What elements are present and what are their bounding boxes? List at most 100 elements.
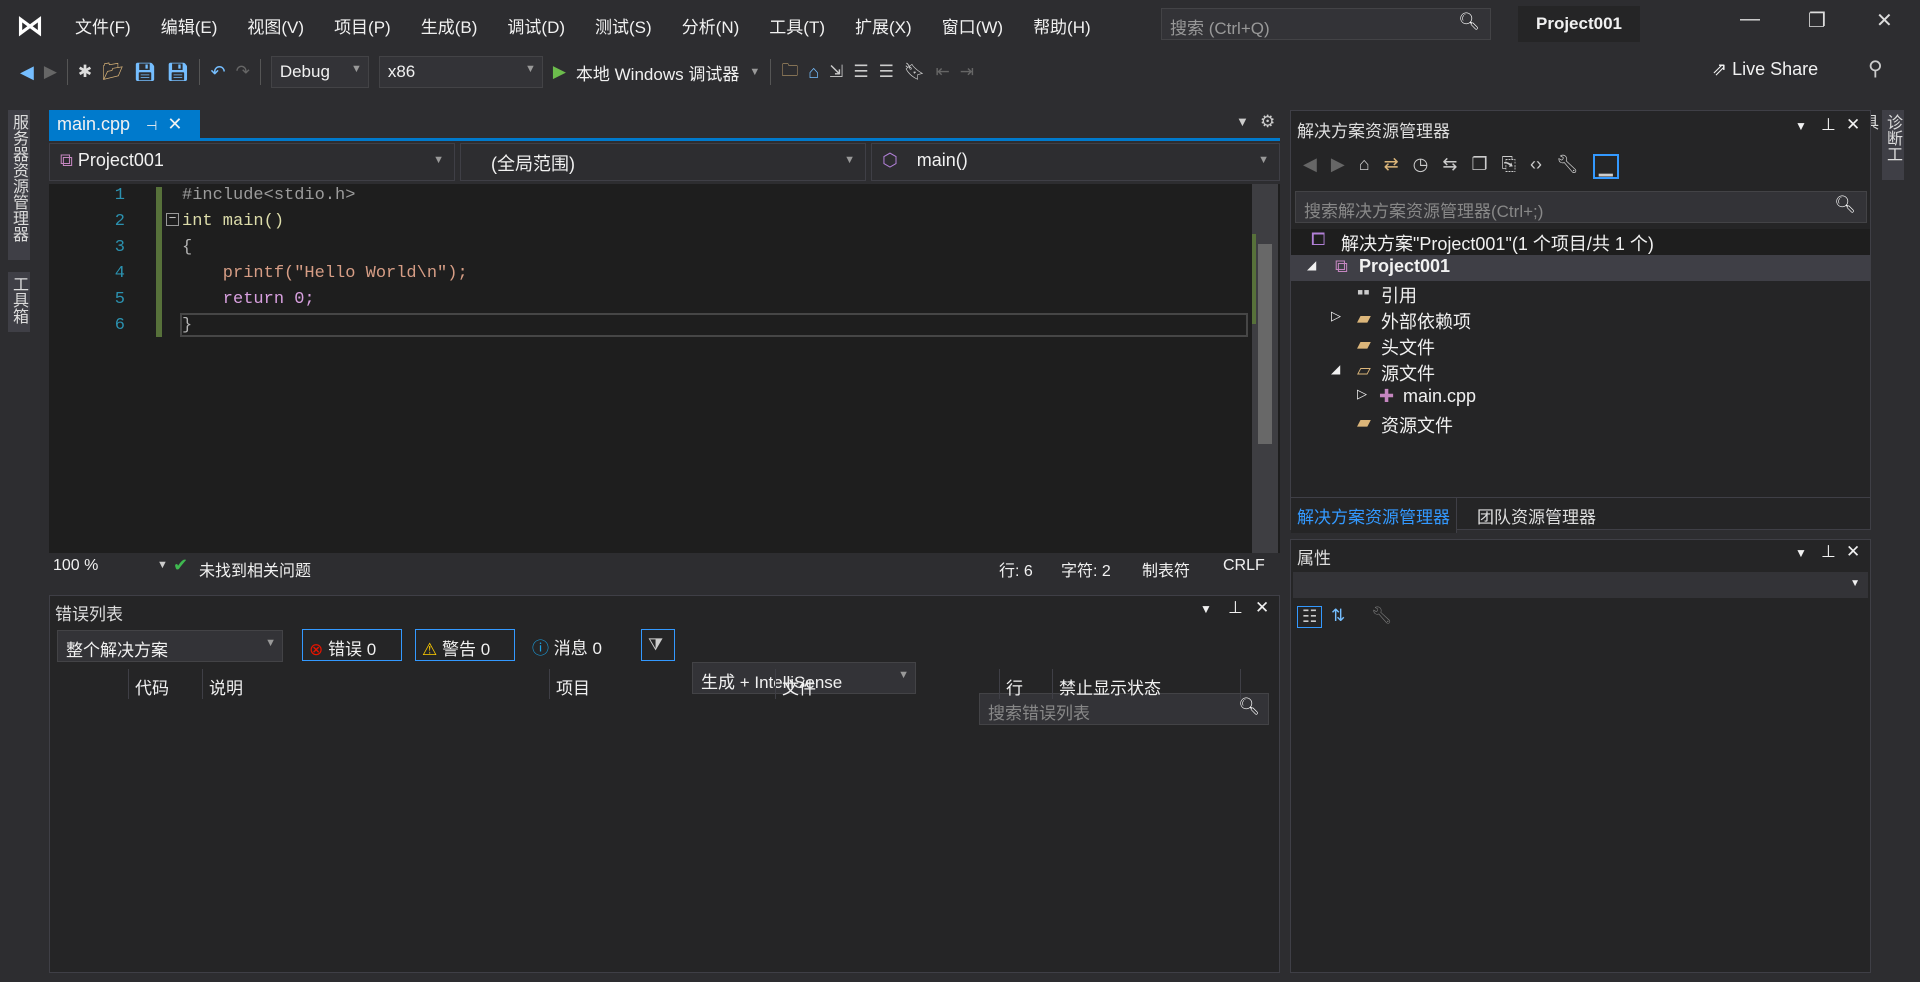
code-line[interactable]: int main() [182, 212, 284, 231]
play-icon[interactable]: ▶ [553, 62, 566, 82]
diagnostic-tools-tab[interactable]: 诊断工具 [1860, 110, 1904, 180]
pin-icon[interactable]: ⊣ [146, 118, 157, 133]
errors-filter-button[interactable]: ⊗ 错误 0 [302, 629, 402, 661]
platform-dropdown[interactable]: x86 ▼ [378, 56, 543, 88]
forward-icon[interactable]: ▶ [44, 62, 57, 82]
collapsed-arrow-icon[interactable]: ▷ [1357, 386, 1367, 402]
solution-node[interactable]: 解决方案"Project001"(1 个项目/共 1 个) [1341, 230, 1654, 256]
tab-solution-explorer[interactable]: 解决方案资源管理器 [1291, 498, 1457, 533]
undo-icon[interactable]: ↶ [210, 62, 225, 83]
zoom-level[interactable]: 100 % [53, 557, 98, 575]
scrollbar-thumb[interactable] [1258, 244, 1272, 444]
tree-item-resource-files[interactable]: 资源文件 [1381, 412, 1453, 438]
save-all-icon[interactable]: 💾︎ [167, 62, 190, 83]
project-nav-dropdown[interactable]: ⧉ Project001 ▼ [49, 143, 455, 181]
code-line[interactable]: return 0; [182, 290, 315, 309]
tab-list-icon[interactable]: ▼ [1236, 114, 1249, 129]
show-all-files-icon[interactable]: ⎘ [1502, 154, 1516, 179]
preview-icon[interactable]: ▁ [1592, 154, 1619, 179]
menu-window[interactable]: 窗口(W) [927, 13, 1018, 38]
alphabetical-icon[interactable]: ⇅ [1331, 606, 1345, 626]
step-icon[interactable]: ⇲ [829, 62, 843, 82]
column-header-description[interactable]: 说明 [203, 669, 550, 699]
expanded-arrow-icon[interactable]: ◢ [1307, 258, 1316, 272]
quick-search-input[interactable]: 搜索 (Ctrl+Q) 🔍︎ [1161, 8, 1491, 40]
switch-views-icon[interactable]: ⇄ [1384, 154, 1399, 179]
close-icon[interactable]: ✕ [1255, 598, 1269, 618]
toolbox-tab[interactable]: 工具箱 [8, 272, 30, 332]
sync-icon[interactable]: ⇆ [1442, 154, 1457, 179]
menu-project[interactable]: 项目(P) [319, 13, 406, 38]
redo-icon[interactable]: ↷ [236, 62, 250, 82]
filter-button[interactable]: ⧩ [641, 629, 675, 661]
tree-item-external-deps[interactable]: 外部依赖项 [1381, 308, 1471, 334]
menu-view[interactable]: 视图(V) [232, 13, 319, 38]
object-selector[interactable]: ▼ [1293, 572, 1868, 598]
run-debugger-button[interactable]: 本地 Windows 调试器 [576, 60, 739, 85]
next-bookmark-icon[interactable]: ⇥ [960, 62, 974, 82]
project-node[interactable]: Project001 [1359, 256, 1450, 277]
comment-icon[interactable]: ☰ [853, 62, 868, 82]
server-explorer-tab[interactable]: 服务器资源管理器 [8, 110, 30, 260]
pin-icon[interactable]: ⊥ [1821, 115, 1836, 135]
find-in-files-icon[interactable]: 🗀 [781, 58, 798, 87]
collapse-all-icon[interactable]: ❐ [1471, 154, 1487, 179]
back-icon[interactable]: ◀ [1303, 154, 1317, 179]
menu-test[interactable]: 测试(S) [580, 13, 667, 38]
chevron-down-icon[interactable]: ▼ [1795, 546, 1807, 560]
back-icon[interactable]: ◀ [20, 62, 34, 83]
pin-icon[interactable]: ⊥ [1228, 598, 1243, 618]
vertical-scrollbar[interactable] [1252, 184, 1278, 553]
new-item-icon[interactable]: ✱ [78, 62, 92, 82]
menu-help[interactable]: 帮助(H) [1018, 13, 1106, 38]
indent-mode[interactable]: 制表符 [1142, 557, 1190, 581]
bookmark-icon[interactable]: 🔖︎ [904, 62, 926, 82]
tab-team-explorer[interactable]: 团队资源管理器 [1471, 498, 1602, 533]
column-header-suppression[interactable]: 禁止显示状态 [1053, 669, 1241, 699]
menu-file[interactable]: 文件(F) [60, 13, 146, 38]
menu-analyze[interactable]: 分析(N) [667, 13, 755, 38]
code-line[interactable]: { [182, 238, 192, 257]
line-ending[interactable]: CRLF [1223, 557, 1265, 575]
prev-bookmark-icon[interactable]: ⇤ [935, 62, 949, 82]
issues-status[interactable]: 未找到相关问题 [199, 557, 311, 581]
chevron-down-icon[interactable]: ▼ [157, 559, 168, 571]
tree-item-main-cpp[interactable]: main.cpp [1403, 386, 1476, 407]
chevron-down-icon[interactable]: ▼ [1795, 119, 1807, 133]
column-header-file[interactable]: 文件 [776, 669, 1000, 699]
menu-extensions[interactable]: 扩展(X) [840, 13, 927, 38]
menu-tools[interactable]: 工具(T) [754, 13, 840, 38]
pending-changes-icon[interactable]: ◷ [1413, 154, 1429, 179]
home-icon[interactable]: ⌂ [1359, 154, 1370, 179]
properties-wrench-icon[interactable]: 🔧︎ [1556, 154, 1579, 179]
live-share-button[interactable]: ⇗ Live Share [1712, 59, 1818, 80]
close-icon[interactable]: ✕ [1846, 542, 1860, 562]
menu-edit[interactable]: 编辑(E) [146, 13, 233, 38]
chevron-down-icon[interactable]: ▼ [749, 66, 760, 78]
close-button[interactable]: ✕ [1876, 8, 1893, 33]
messages-filter-button[interactable]: ⓘ 消息 0 [532, 634, 602, 659]
property-pages-icon[interactable]: 🔧︎ [1371, 606, 1393, 626]
browser-icon[interactable]: ⌂ [808, 62, 819, 83]
scope-nav-dropdown[interactable]: (全局范围) ▼ [460, 143, 866, 181]
tree-item-header-files[interactable]: 头文件 [1381, 334, 1435, 360]
uncomment-icon[interactable]: ☰ [879, 62, 894, 82]
open-folder-icon[interactable]: 📂︎ [102, 62, 124, 82]
tree-item-references[interactable]: 引用 [1381, 282, 1417, 308]
menu-debug[interactable]: 调试(D) [492, 13, 580, 38]
column-header-line[interactable]: 行 [1000, 669, 1053, 699]
column-header-project[interactable]: 项目 [550, 669, 776, 699]
pin-icon[interactable]: ⊥ [1821, 542, 1836, 562]
feedback-icon[interactable]: ⚲ [1868, 56, 1883, 81]
tab-main-cpp[interactable]: main.cpp ⊣ ✕ [49, 110, 200, 140]
collapse-icon[interactable]: − [166, 212, 179, 226]
code-line[interactable]: #include<stdio.h> [182, 186, 355, 205]
tree-item-source-files[interactable]: 源文件 [1381, 360, 1435, 386]
save-icon[interactable]: 💾︎ [134, 62, 157, 83]
code-line[interactable]: printf("Hello World\n"); [182, 264, 468, 283]
close-tab-icon[interactable]: ✕ [167, 114, 182, 134]
expanded-arrow-icon[interactable]: ◢ [1331, 362, 1340, 376]
minimize-button[interactable]: — [1740, 8, 1760, 31]
member-nav-dropdown[interactable]: ⬡ main() ▼ [871, 143, 1280, 181]
warnings-filter-button[interactable]: ⚠ 警告 0 [415, 629, 515, 661]
